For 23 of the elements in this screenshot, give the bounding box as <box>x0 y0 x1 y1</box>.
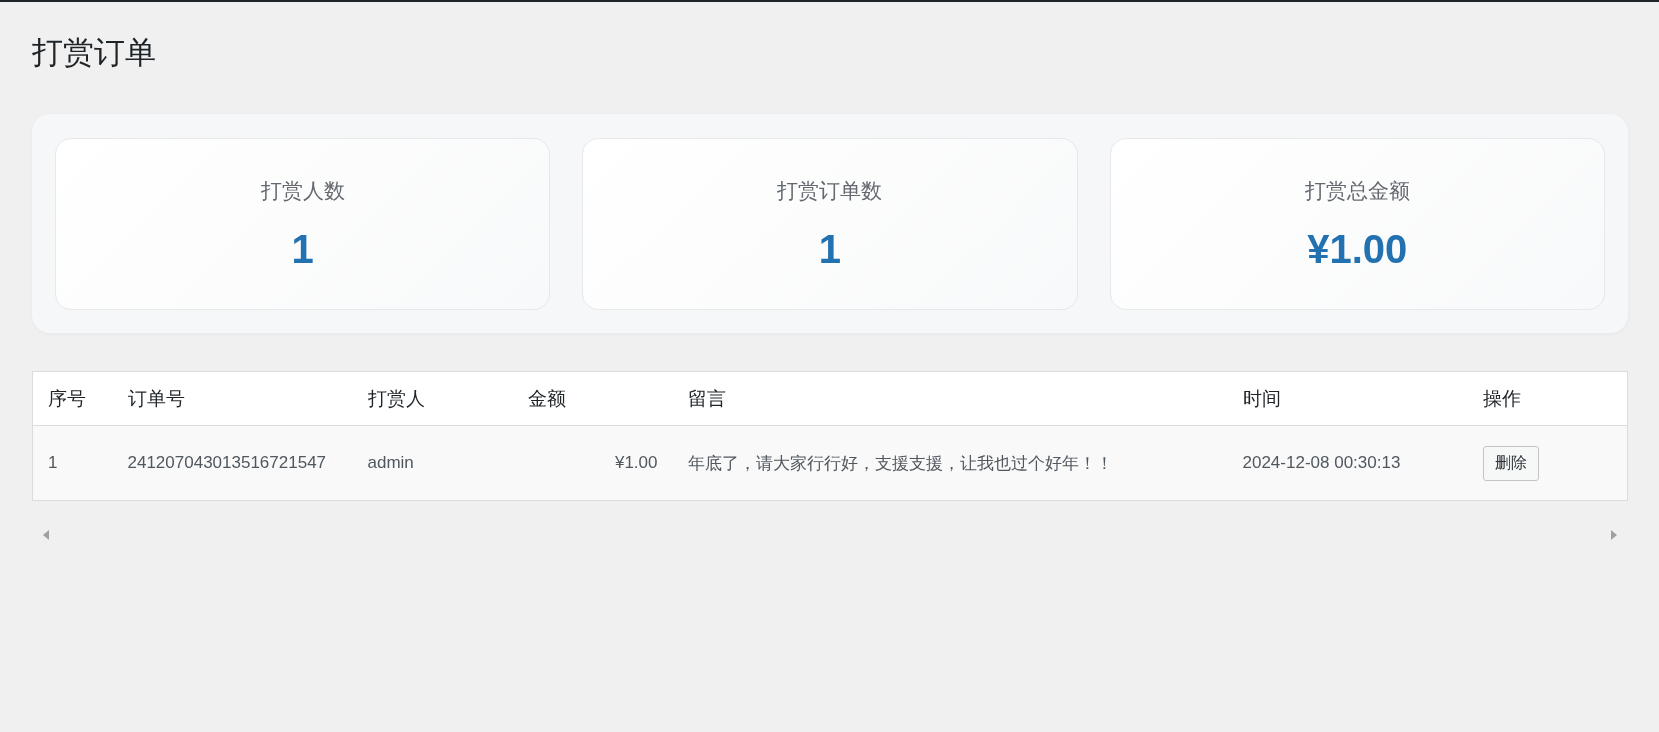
stat-label: 打赏总金额 <box>1304 177 1410 204</box>
column-header: 订单号 <box>112 371 353 426</box>
index-cell: 1 <box>32 425 113 501</box>
time-cell: 2024-12-08 00:30:13 <box>1227 425 1468 501</box>
stat-value: 1 <box>818 226 842 272</box>
column-header: 打赏人 <box>352 371 513 426</box>
column-header: 金额 <box>512 371 673 426</box>
scroll-right-icon[interactable] <box>1610 529 1618 541</box>
delete-button[interactable]: 删除 <box>1482 445 1539 481</box>
stat-label: 打赏人数 <box>260 177 345 204</box>
column-header: 序号 <box>32 371 113 426</box>
order-number-cell: 241207043013516721547 <box>112 425 353 501</box>
message-cell: 年底了，请大家行行好，支援支援，让我也过个好年！！ <box>672 425 1228 501</box>
column-header: 留言 <box>672 371 1228 426</box>
column-header: 时间 <box>1227 371 1468 426</box>
stat-value: ¥1.00 <box>1307 226 1408 272</box>
amount-cell: ¥1.00 <box>512 425 673 501</box>
stat-label: 打赏订单数 <box>777 177 883 204</box>
scroll-left-icon[interactable] <box>42 529 50 541</box>
page-title: 打赏订单 <box>32 34 157 72</box>
stat-value: 1 <box>291 226 314 272</box>
user-cell: admin <box>352 425 513 501</box>
column-header: 操作 <box>1467 371 1628 426</box>
